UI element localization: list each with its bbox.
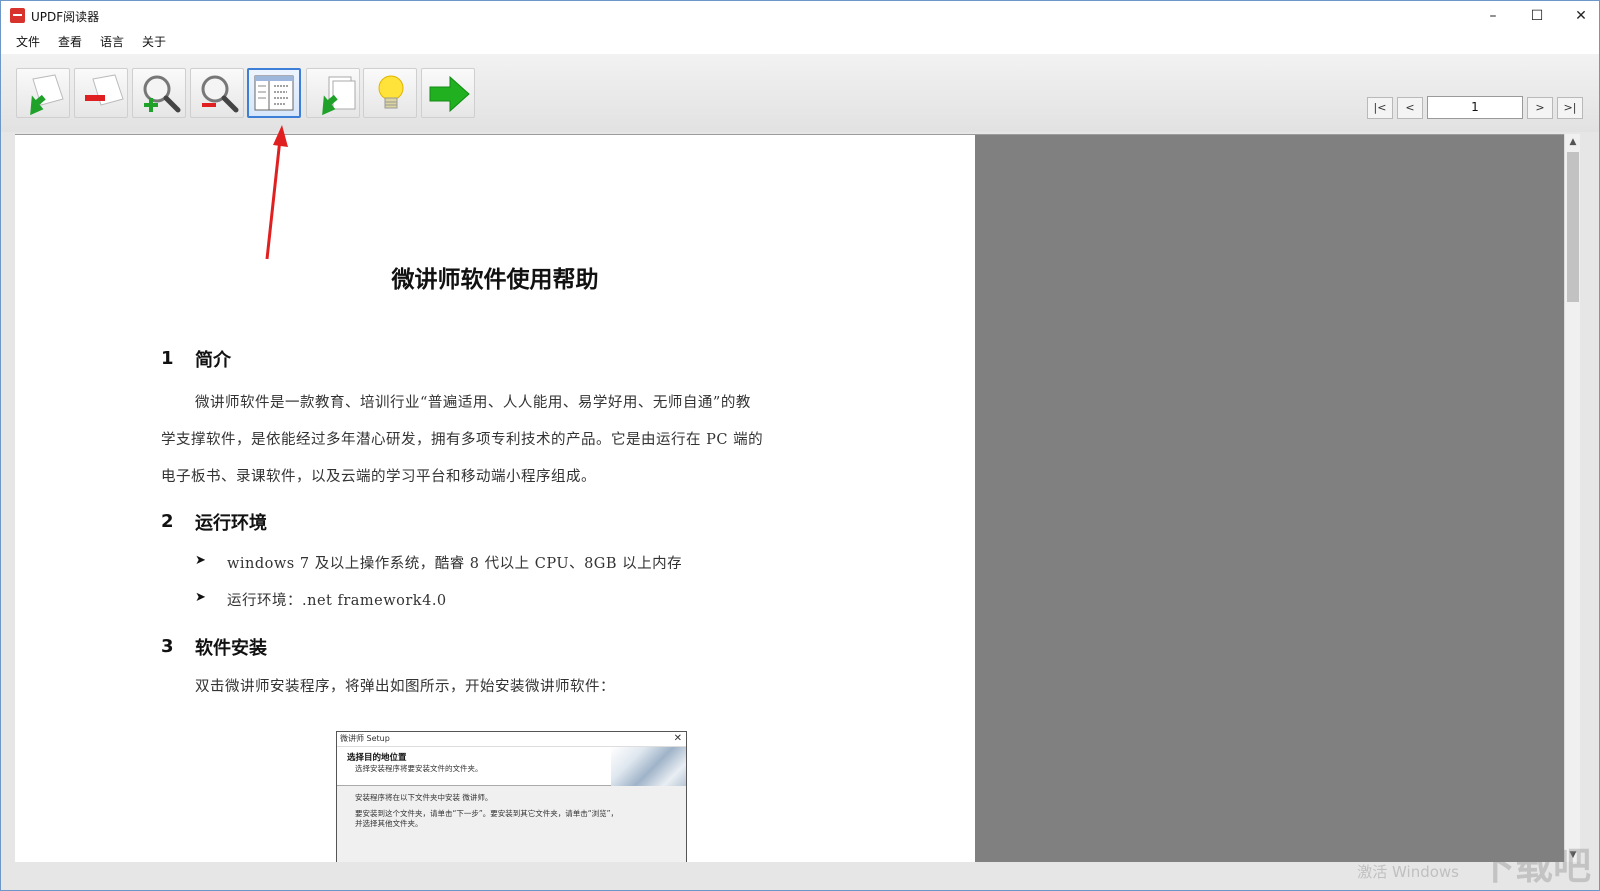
page-number-input[interactable]: 1 xyxy=(1427,96,1523,119)
tips-button[interactable] xyxy=(363,68,417,118)
vertical-scrollbar[interactable]: ▲ ▼ xyxy=(1564,134,1580,863)
last-page-button[interactable]: >| xyxy=(1557,97,1583,119)
document-title: 微讲师软件使用帮助 xyxy=(391,267,599,293)
paragraph-line: 双击微讲师安装程序，将弹出如图所示，开始安装微讲师软件： xyxy=(195,679,615,695)
installer-header: 选择目的地位置 选择安装程序将要安装文件的文件夹。 xyxy=(337,747,686,786)
section-heading: 简介 xyxy=(195,350,231,371)
installer-subheading: 选择安装程序将要安装文件的文件夹。 xyxy=(355,764,483,773)
minimize-button[interactable]: – xyxy=(1471,1,1515,30)
close-file-icon xyxy=(85,74,124,106)
menu-about[interactable]: 关于 xyxy=(133,30,175,54)
site-watermark-logo: 下载吧 xyxy=(1476,844,1591,888)
installer-heading: 选择目的地位置 xyxy=(347,753,407,763)
app-window: UPDF阅读器 – ☐ ✕ 文件 查看 语言 关于 |< < 1 > >| 微讲… xyxy=(0,0,1600,891)
maximize-button[interactable]: ☐ xyxy=(1515,1,1559,30)
scroll-up-icon[interactable]: ▲ xyxy=(1565,134,1581,150)
forward-button[interactable] xyxy=(421,68,475,118)
zoom-in-button[interactable] xyxy=(132,68,186,118)
installer-titlebar: 微讲师 Setup ✕ xyxy=(337,732,686,747)
list-item: 运行环境：.net framework4.0 xyxy=(227,593,447,609)
installer-close-icon: ✕ xyxy=(673,733,682,744)
section-heading: 软件安装 xyxy=(195,638,267,659)
list-item: windows 7 及以上操作系统，酷睿 8 代以上 CPU、8GB 以上内存 xyxy=(227,556,683,572)
app-logo-icon xyxy=(10,8,25,23)
section-number: 1 xyxy=(161,348,174,369)
menu-language[interactable]: 语言 xyxy=(91,30,133,54)
lightbulb-icon xyxy=(378,75,404,109)
window-title: UPDF阅读器 xyxy=(31,10,100,24)
export-button[interactable] xyxy=(306,68,360,118)
paragraph-line: 电子板书、录课软件，以及云端的学习平台和移动端小程序组成。 xyxy=(161,469,596,485)
toolbar: |< < 1 > >| xyxy=(1,54,1599,132)
installer-banner-graphic xyxy=(611,747,686,786)
scrollbar-thumb[interactable] xyxy=(1567,152,1579,302)
bullet-marker: ➤ xyxy=(195,553,206,568)
menu-view[interactable]: 查看 xyxy=(49,30,91,54)
next-page-button[interactable]: > xyxy=(1527,97,1553,119)
prev-page-button[interactable]: < xyxy=(1397,97,1423,119)
close-button[interactable]: ✕ xyxy=(1559,1,1600,30)
paragraph-line: 学支撑软件，是依能经过多年潜心研发，拥有多项专利技术的产品。它是由运行在 PC … xyxy=(161,432,764,448)
first-page-button[interactable]: |< xyxy=(1367,97,1393,119)
menu-bar: 文件 查看 语言 关于 xyxy=(1,30,1599,54)
section-heading: 运行环境 xyxy=(195,513,267,534)
installer-text: 安装程序将在以下文件夹中安装 微讲师。 xyxy=(355,793,493,802)
pdf-page: 微讲师软件使用帮助 1 简介 微讲师软件是一款教育、培训行业“普遍适用、人人能用… xyxy=(15,135,975,863)
outline-panel-icon xyxy=(254,75,294,111)
open-file-button[interactable] xyxy=(16,68,70,118)
close-file-button[interactable] xyxy=(74,68,128,118)
activation-watermark: 激活 Windows xyxy=(1357,863,1459,881)
installer-title: 微讲师 Setup xyxy=(340,734,390,743)
arrow-right-icon xyxy=(429,75,470,113)
document-viewport[interactable]: 微讲师软件使用帮助 1 简介 微讲师软件是一款教育、培训行业“普遍适用、人人能用… xyxy=(15,134,1567,863)
title-bar: UPDF阅读器 – ☐ ✕ xyxy=(1,1,1599,30)
section-number: 2 xyxy=(161,511,174,532)
export-icon xyxy=(322,76,356,116)
zoom-in-icon xyxy=(143,75,181,113)
paragraph-line: 微讲师软件是一款教育、培训行业“普遍适用、人人能用、易学好用、无师自通”的教 xyxy=(195,395,751,411)
zoom-out-icon xyxy=(201,75,239,113)
toggle-outline-button[interactable] xyxy=(247,68,301,118)
menu-file[interactable]: 文件 xyxy=(7,30,49,54)
installer-text: 并选择其他文件夹。 xyxy=(355,819,423,828)
bullet-marker: ➤ xyxy=(195,590,206,605)
installer-screenshot: 微讲师 Setup ✕ 选择目的地位置 选择安装程序将要安装文件的文件夹。 安装… xyxy=(336,731,687,863)
open-file-icon xyxy=(30,74,64,116)
zoom-out-button[interactable] xyxy=(190,68,244,118)
section-number: 3 xyxy=(161,636,174,657)
